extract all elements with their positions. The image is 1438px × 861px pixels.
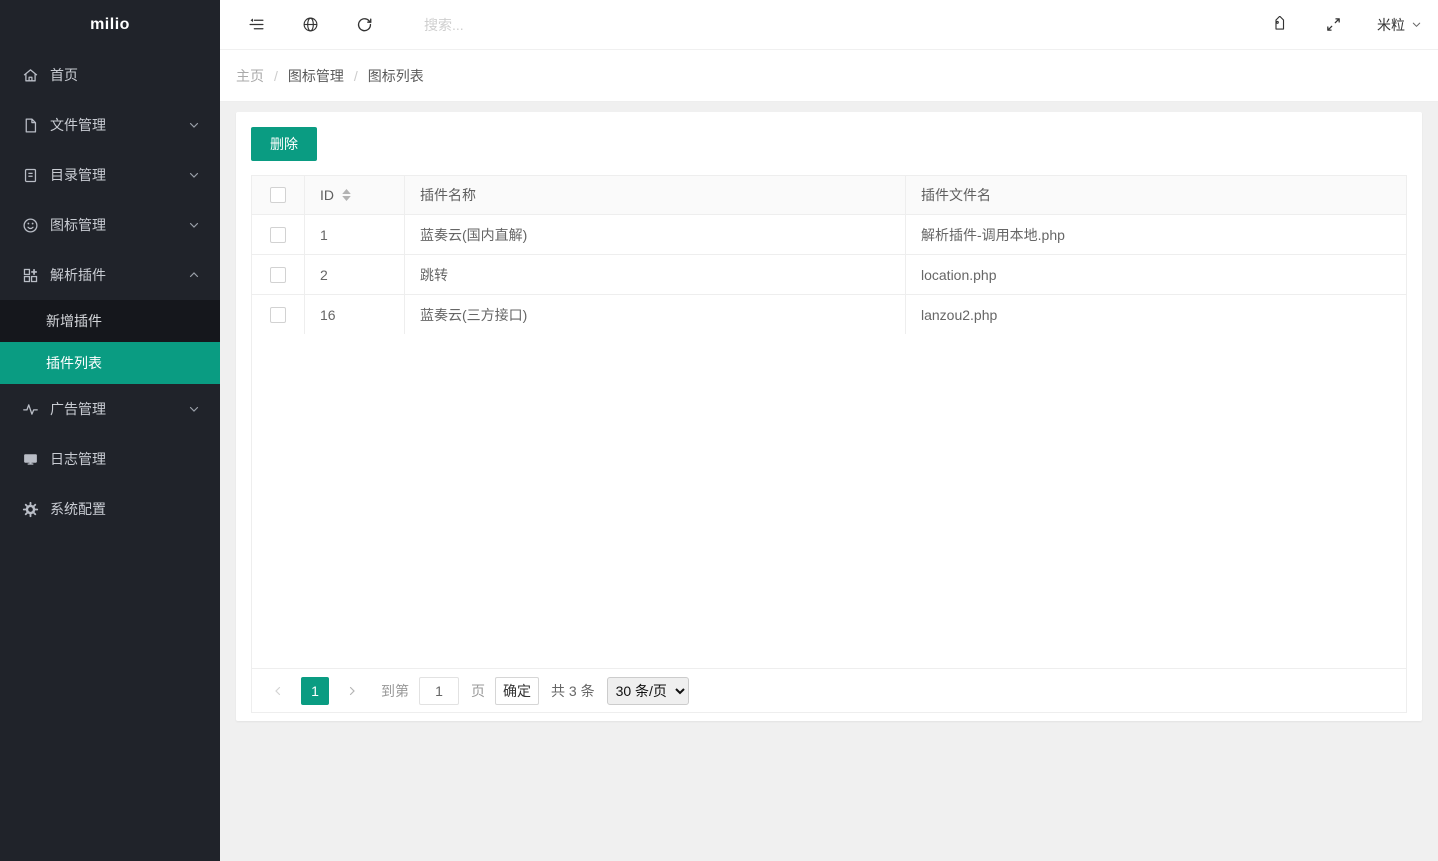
sidebar-subitem-add-plugin[interactable]: 新增插件 xyxy=(0,300,220,342)
cell-plugin-file: 解析插件-调用本地.php xyxy=(906,215,1406,254)
sidebar-item-logs[interactable]: 日志管理 xyxy=(0,434,220,484)
user-menu[interactable]: 米粒 xyxy=(1377,15,1422,35)
sort-icon[interactable] xyxy=(342,189,351,201)
row-checkbox[interactable] xyxy=(270,227,286,243)
tag-icon[interactable] xyxy=(1259,5,1299,45)
cell-id: 1 xyxy=(305,215,405,254)
table-row: 1 蓝奏云(国内直解) 解析插件-调用本地.php xyxy=(252,214,1406,254)
main-area: 米粒 主页 / 图标管理 / 图标列表 删除 xyxy=(220,0,1438,861)
cell-plugin-file: lanzou2.php xyxy=(906,295,1406,334)
row-checkbox-cell xyxy=(252,255,305,294)
collapse-sidebar-icon[interactable] xyxy=(236,5,276,45)
home-icon xyxy=(22,67,39,84)
sidebar-item-label: 图标管理 xyxy=(50,215,188,235)
app-logo: milio xyxy=(0,0,220,50)
table-row: 2 跳转 location.php xyxy=(252,254,1406,294)
cell-id: 2 xyxy=(305,255,405,294)
sidebar-item-home[interactable]: 首页 xyxy=(0,50,220,100)
sub-item-label: 新增插件 xyxy=(46,311,102,331)
blocks-icon xyxy=(22,267,39,284)
page-size-select[interactable]: 30 条/页 xyxy=(607,677,689,705)
current-page-button[interactable]: 1 xyxy=(301,677,329,705)
chevron-down-icon xyxy=(188,219,200,231)
username: 米粒 xyxy=(1377,15,1405,35)
sidebar-item-ads[interactable]: 广告管理 xyxy=(0,384,220,434)
pulse-icon xyxy=(22,401,39,418)
catalog-icon xyxy=(22,167,39,184)
table-empty-space xyxy=(252,334,1406,668)
breadcrumb-separator: / xyxy=(274,68,278,84)
column-label-file: 插件文件名 xyxy=(921,185,991,205)
breadcrumb-separator: / xyxy=(354,68,358,84)
sidebar-item-label: 系统配置 xyxy=(50,499,200,519)
search-input[interactable] xyxy=(424,17,644,33)
sidebar-item-label: 广告管理 xyxy=(50,399,188,419)
sidebar-subitem-plugin-list[interactable]: 插件列表 xyxy=(0,342,220,384)
breadcrumb-icon-list: 图标列表 xyxy=(368,66,424,86)
pagination-bar: 1 到第 页 确定 共 3 条 30 条/页 xyxy=(252,668,1406,712)
row-checkbox-cell xyxy=(252,295,305,334)
table-header-row: ID 插件名称 插件文件名 xyxy=(252,176,1406,214)
file-icon xyxy=(22,117,39,134)
sidebar-item-icons[interactable]: 图标管理 xyxy=(0,200,220,250)
sidebar-item-label: 解析插件 xyxy=(50,265,188,285)
sidebar-item-label: 目录管理 xyxy=(50,165,188,185)
sidebar-item-settings[interactable]: 系统配置 xyxy=(0,484,220,534)
cell-plugin-file: location.php xyxy=(906,255,1406,294)
breadcrumb-home[interactable]: 主页 xyxy=(236,66,264,86)
header-file-cell: 插件文件名 xyxy=(906,176,1406,214)
plugin-table: ID 插件名称 插件文件名 xyxy=(251,175,1407,713)
breadcrumb: 主页 / 图标管理 / 图标列表 xyxy=(220,50,1438,102)
sidebar-nav: 首页 文件管理 目录管理 图标管理 xyxy=(0,50,220,861)
goto-page-input[interactable] xyxy=(419,677,459,705)
column-label-name: 插件名称 xyxy=(420,185,476,205)
breadcrumb-icon-management[interactable]: 图标管理 xyxy=(288,66,344,86)
smiley-icon xyxy=(22,217,39,234)
page-label: 页 xyxy=(471,681,485,701)
chevron-down-icon xyxy=(188,169,200,181)
plugin-list-card: 删除 ID 插件名称 xyxy=(236,112,1422,721)
content-area: 删除 ID 插件名称 xyxy=(220,102,1438,861)
row-checkbox[interactable] xyxy=(270,267,286,283)
cell-plugin-name: 蓝奏云(国内直解) xyxy=(405,215,906,254)
total-count-label: 共 3 条 xyxy=(551,681,595,701)
header-id-cell: ID xyxy=(305,176,405,214)
header-checkbox-cell xyxy=(252,176,305,214)
sidebar-item-files[interactable]: 文件管理 xyxy=(0,100,220,150)
top-bar-right: 米粒 xyxy=(1245,5,1422,45)
chevron-down-icon xyxy=(1411,19,1422,30)
sidebar-item-label: 文件管理 xyxy=(50,115,188,135)
fullscreen-icon[interactable] xyxy=(1313,5,1353,45)
row-checkbox-cell xyxy=(252,215,305,254)
delete-button[interactable]: 删除 xyxy=(251,127,317,161)
next-page-icon[interactable] xyxy=(341,677,363,705)
cell-id: 16 xyxy=(305,295,405,334)
sidebar-item-plugins[interactable]: 解析插件 xyxy=(0,250,220,300)
confirm-button[interactable]: 确定 xyxy=(495,677,539,705)
globe-icon[interactable] xyxy=(290,5,330,45)
goto-label: 到第 xyxy=(381,681,409,701)
prev-page-icon[interactable] xyxy=(267,677,289,705)
table-row: 16 蓝奏云(三方接口) lanzou2.php xyxy=(252,294,1406,334)
chevron-down-icon xyxy=(188,403,200,415)
chevron-down-icon xyxy=(188,119,200,131)
refresh-icon[interactable] xyxy=(344,5,384,45)
select-all-checkbox[interactable] xyxy=(270,187,286,203)
sidebar-item-catalog[interactable]: 目录管理 xyxy=(0,150,220,200)
row-checkbox[interactable] xyxy=(270,307,286,323)
sidebar-item-label: 首页 xyxy=(50,65,200,85)
chevron-up-icon xyxy=(188,269,200,281)
monitor-icon xyxy=(22,451,39,468)
column-label-id: ID xyxy=(320,187,334,203)
sub-item-label: 插件列表 xyxy=(46,353,102,373)
sidebar: milio 首页 文件管理 目录管理 xyxy=(0,0,220,861)
gear-icon xyxy=(22,501,39,518)
plugins-submenu: 新增插件 插件列表 xyxy=(0,300,220,384)
top-bar: 米粒 xyxy=(220,0,1438,50)
header-name-cell: 插件名称 xyxy=(405,176,906,214)
sidebar-item-label: 日志管理 xyxy=(50,449,200,469)
cell-plugin-name: 跳转 xyxy=(405,255,906,294)
cell-plugin-name: 蓝奏云(三方接口) xyxy=(405,295,906,334)
